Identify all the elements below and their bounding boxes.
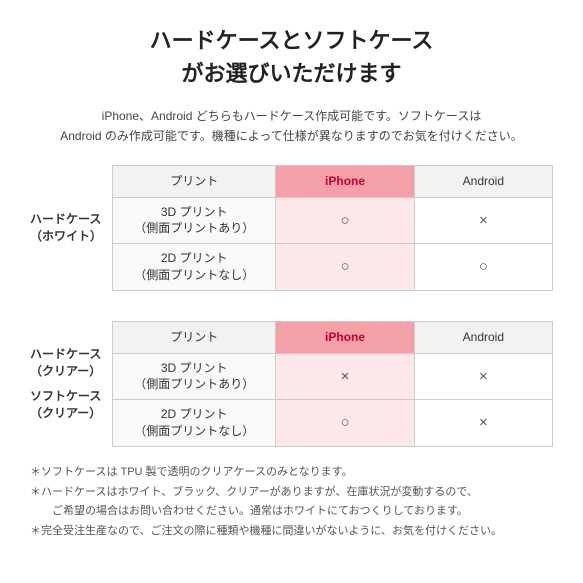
note-2: ＊ハードケースはホワイト、ブラック、クリアーがありますが、在庫状況が変動するので… [30,483,553,523]
row2-android: ○ [414,244,552,291]
notes-section: ＊ソフトケースは TPU 製で透明のクリアケースのみとなります。 ＊ハードケース… [30,463,553,542]
row4-label: 2D プリント（側面プリントなし） [113,400,276,447]
table1-wrapper: ハードケース（ホワイト） プリント iPhone Android [30,165,553,291]
row3-android: × [414,353,552,400]
col-header-android2: Android [414,321,552,353]
col-header-iphone2: iPhone [276,321,414,353]
row1-android: × [414,197,552,244]
col-header-android: Android [414,165,552,197]
table2-section-label2: ソフトケース（クリアー） [30,388,112,422]
table-row: 2D プリント（側面プリントなし） ○ ○ [113,244,553,291]
row2-label: 2D プリント（側面プリントなし） [113,244,276,291]
table2-section-label1: ハードケース（クリアー） [30,346,112,380]
note-3: ＊完全受注生産なので、ご注文の際に種類や機種に間違いがないように、お気を付けくだ… [30,522,553,542]
table-row: 3D プリント（側面プリントあり） × × [113,353,553,400]
col-header-print2: プリント [113,321,276,353]
note-1: ＊ソフトケースは TPU 製で透明のクリアケースのみとなります。 [30,463,553,483]
table-row: 3D プリント（側面プリントあり） ○ × [113,197,553,244]
table2-wrapper: ハードケース（クリアー） ソフトケース（クリアー） プリント iPhone An… [30,321,553,447]
row4-android: × [414,400,552,447]
row1-label: 3D プリント（側面プリントあり） [113,197,276,244]
row2-iphone: ○ [276,244,414,291]
row4-iphone: ○ [276,400,414,447]
col-header-iphone: iPhone [276,165,414,197]
table1-section-label: ハードケース（ホワイト） [30,211,112,245]
row3-iphone: × [276,353,414,400]
table-row: 2D プリント（側面プリントなし） ○ × [113,400,553,447]
main-title: ハードケースとソフトケース がお選びいただけます [30,24,553,90]
row3-label: 3D プリント（側面プリントあり） [113,353,276,400]
page-container: ハードケースとソフトケース がお選びいただけます iPhone、Android … [0,0,583,562]
col-header-print: プリント [113,165,276,197]
row1-iphone: ○ [276,197,414,244]
subtitle-text: iPhone、Android どちらもハードケース作成可能です。ソフトケースは … [30,106,553,147]
